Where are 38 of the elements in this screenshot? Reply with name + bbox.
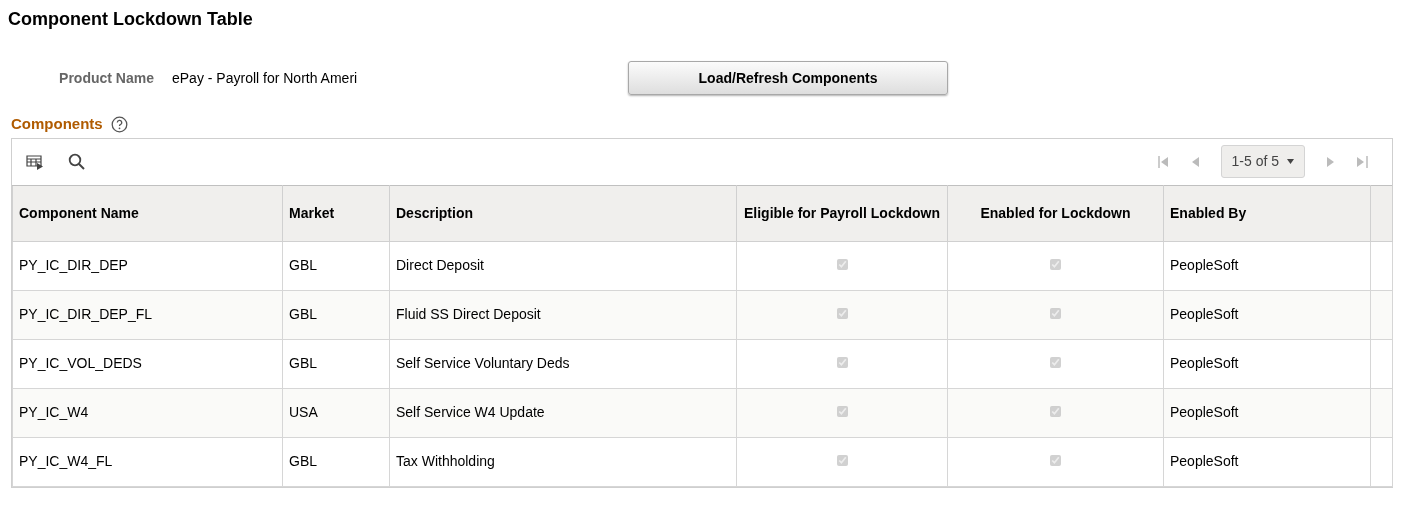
first-page-icon[interactable] [1157, 155, 1169, 168]
load-refresh-button[interactable]: Load/Refresh Components [628, 61, 948, 95]
last-page-icon[interactable] [1357, 155, 1368, 168]
help-icon[interactable] [110, 115, 128, 133]
product-name-value: ePay - Payroll for North Ameri [172, 68, 359, 88]
market-code: GBL [289, 257, 317, 273]
description-text: Tax Withholding [396, 453, 495, 469]
enabled-by-text: PeopleSoft [1170, 355, 1239, 371]
column-header[interactable]: Component Name [19, 204, 139, 221]
field-label: Product Name [58, 68, 155, 88]
component-name: PY_IC_VOL_DEDS [19, 355, 142, 371]
enabled-by-text: PeopleSoft [1170, 306, 1239, 322]
description-text: Fluid SS Direct Deposit [396, 306, 541, 322]
component-name: PY_IC_DIR_DEP_FL [19, 306, 153, 322]
column-header[interactable]: Description [396, 204, 473, 221]
enabled-by-text: PeopleSoft [1170, 257, 1239, 273]
component-name: PY_IC_W4 [19, 404, 89, 420]
search-icon[interactable] [68, 153, 85, 170]
market-code: GBL [289, 355, 317, 371]
description-text: Direct Deposit [396, 257, 484, 273]
enabled-by-text: PeopleSoft [1170, 404, 1239, 420]
column-header[interactable]: Enabled By [1170, 204, 1247, 221]
page-title: Component Lockdown Table [8, 8, 254, 31]
market-code: GBL [289, 306, 317, 322]
description-text: Self Service W4 Update [396, 404, 545, 420]
component-name: PY_IC_DIR_DEP [19, 257, 128, 273]
caret-icon [1287, 159, 1294, 164]
description-text: Self Service Voluntary Deds [396, 355, 570, 371]
column-header[interactable]: Market [289, 204, 335, 221]
grid-title: Components [11, 114, 103, 134]
market-code: GBL [289, 453, 317, 469]
component-name: PY_IC_W4_FL [19, 453, 113, 469]
market-code: USA [289, 404, 318, 420]
next-page-icon[interactable] [1327, 155, 1335, 168]
previous-page-icon[interactable] [1190, 155, 1199, 168]
page-range-dropdown[interactable]: 1-5 of 5 [1220, 145, 1305, 178]
grid-settings-icon[interactable] [26, 153, 44, 170]
enabled-by-text: PeopleSoft [1170, 453, 1239, 469]
